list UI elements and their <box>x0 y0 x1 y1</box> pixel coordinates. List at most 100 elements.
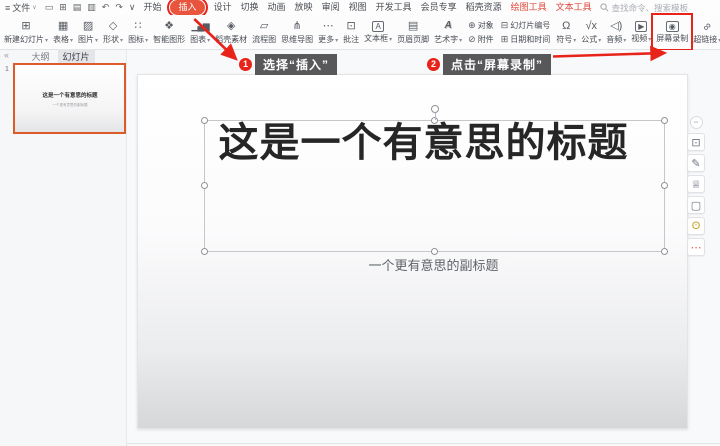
datetime-icon: ⊞ <box>500 33 509 44</box>
ribbon-item-label: 图片▾ <box>78 34 99 44</box>
sidebar-tab-slides[interactable]: 幻灯片 <box>57 49 95 64</box>
slide-thumbnail[interactable]: 这是一个有意思的标题 一个更有意思的副标题 <box>13 63 126 134</box>
wordart-button[interactable]: A 艺术字▾ <box>432 16 464 48</box>
print-icon[interactable]: ▤ <box>73 1 82 14</box>
attachment-button[interactable]: ⊘ 附件 <box>468 34 494 45</box>
new-slide-button[interactable]: ⊞ 新建幻灯片▾ <box>2 16 50 48</box>
menu-tab-drawing-tools[interactable]: 绘图工具 <box>511 1 547 14</box>
export-icon[interactable]: ⊞ <box>59 1 67 14</box>
annotate-pen-button[interactable]: ✎ <box>687 154 705 172</box>
table-button[interactable]: ▦ 表格▾ <box>51 16 75 48</box>
smart-graphics-icon: ❖ <box>164 20 175 32</box>
slide-number-button[interactable]: ⊟ 幻灯片编号 <box>501 20 551 31</box>
ribbon-item-label: 屏幕录制 <box>656 33 689 43</box>
ribbon-item-label: 对象 <box>477 20 494 30</box>
panel-collapse-button[interactable]: − <box>689 116 703 129</box>
video-button[interactable]: ▶ 视频▾ <box>629 16 653 48</box>
ribbon-item-label: 稻壳素材 <box>215 34 248 44</box>
menu-tab-review[interactable]: 审阅 <box>322 1 340 14</box>
command-search[interactable]: 查找命令、搜索模板 <box>600 2 688 14</box>
menu-tab-animation[interactable]: 动画 <box>268 1 286 14</box>
table-icon: ▦ <box>57 20 69 32</box>
wps-presentation-window: ≡ 文件 ∨ ▭ ⊞ ▤ ▥ ↶ ↷ ∨ 开始 插入 设计 切换 动画 放映 审阅 视图 开发工具 会员专享稻… <box>0 0 720 446</box>
step-2-label: 点击“屏幕录制” <box>443 53 552 75</box>
ribbon-item-label: 智能图形 <box>153 34 186 44</box>
beautify-crown-button[interactable]: ♕ <box>687 175 705 193</box>
more-tools-button[interactable]: ⋯ <box>687 238 705 256</box>
resize-handle[interactable] <box>661 182 668 189</box>
menu-tab-slideshow[interactable]: 放映 <box>295 1 313 14</box>
textbox-button[interactable]: A 文本框▾ <box>362 16 394 48</box>
menu-tab-docer[interactable]: 稻壳资源 <box>466 1 502 14</box>
formula-button[interactable]: √x 公式▾ <box>579 16 603 48</box>
header-footer-icon: ▤ <box>407 20 419 32</box>
slide-number-icon: ⊟ <box>500 19 509 30</box>
hyperlink-button[interactable]: ∞ 超链接▾ <box>691 16 720 48</box>
notes-splitter[interactable] <box>127 443 720 444</box>
mindmap-button[interactable]: ⋔ 思维导图 <box>279 16 315 48</box>
file-menu[interactable]: ≡ 文件 ∨ <box>5 1 37 14</box>
resize-handle[interactable] <box>661 248 668 255</box>
screen-record-button[interactable]: ◉ 屏幕录制 <box>651 13 694 51</box>
redo-icon[interactable]: ↷ <box>115 1 123 14</box>
audio-button[interactable]: ◁) 音频▾ <box>604 16 628 48</box>
ribbon-item-label: 日期和时间 <box>510 34 551 44</box>
ribbon-item-label: 表格▾ <box>53 34 74 44</box>
search-icon <box>600 3 609 12</box>
ribbon-stack-group: ⊕ 对象 ⊘ 附件 ⊟ 幻灯片编号 ⊞ 日期和时间 <box>465 19 553 46</box>
save-icon[interactable]: ▭ <box>45 1 54 14</box>
slideshow-play-button[interactable]: ⊡ <box>687 133 705 151</box>
caret-down-icon: ▾ <box>648 36 652 43</box>
slide-title-text[interactable]: 这是一个有意思的标题 <box>127 110 720 168</box>
flowchart-button[interactable]: ▱ 流程图 <box>250 16 278 48</box>
shape-button[interactable]: ◇ 形状▾ <box>101 16 125 48</box>
ribbon-item-label: 公式▾ <box>581 34 602 44</box>
more-insert-button[interactable]: ⋯ 更多▾ <box>316 16 340 48</box>
resize-handle[interactable] <box>430 248 438 255</box>
slide-subtitle-text[interactable]: 一个更有意思的副标题 <box>204 255 663 274</box>
header-footer-button[interactable]: ▤ 页眉页脚 <box>395 16 431 48</box>
ribbon-item-label: 视频▾ <box>631 33 652 43</box>
ribbon-item-label: 图表▾ <box>190 34 211 44</box>
caret-down-icon: ▾ <box>207 37 211 44</box>
menu-tab-text-tools[interactable]: 文本工具 <box>556 1 592 14</box>
resize-handle[interactable] <box>201 182 208 189</box>
symbol-button[interactable]: Ω 符号▾ <box>554 16 578 48</box>
comment-icon: ⊡ <box>346 20 356 32</box>
menu-tab-transition[interactable]: 切换 <box>241 1 259 14</box>
chart-button[interactable]: ▁▄▆ 图表▾ <box>188 16 212 48</box>
print-preview-icon[interactable]: ▥ <box>87 1 96 14</box>
object-button[interactable]: ⊕ 对象 <box>468 20 494 31</box>
docer-material-button[interactable]: ◈ 稻壳素材 <box>213 16 249 48</box>
slide-panel-header: « 大纲 幻灯片 <box>0 49 126 64</box>
caret-down-icon: ▾ <box>145 37 149 44</box>
undo-icon[interactable]: ↶ <box>102 1 110 14</box>
ribbon-item-label: 音频▾ <box>606 34 627 44</box>
smart-graphics-button[interactable]: ❖ 智能图形 <box>151 16 187 48</box>
editing-canvas: 这是一个有意思的标题 一个更有意思的副标题 − ⊡ ✎ ♕ ▢ ʘ ⋯ <box>127 50 720 446</box>
menu-tab-member[interactable]: 会员专享 <box>421 1 457 14</box>
collapse-panel-icon[interactable]: « <box>4 50 9 60</box>
ribbon-item-label: 更多▾ <box>318 34 339 44</box>
resize-handle[interactable] <box>201 248 208 255</box>
wordart-icon: A <box>444 20 452 31</box>
caret-down-icon: ▾ <box>335 37 339 44</box>
menu-tab-start[interactable]: 开始 <box>143 1 161 14</box>
more-commands-icon[interactable]: ∨ <box>129 1 136 14</box>
picture-button[interactable]: ▨ 图片▾ <box>76 16 100 48</box>
menu-tab-insert[interactable]: 插入 <box>167 0 208 18</box>
inspiration-bulb-button[interactable]: ʘ <box>687 217 705 235</box>
menu-tab-design[interactable]: 设计 <box>214 1 232 14</box>
link-icon: ∞ <box>700 18 715 34</box>
sidebar-tab-outline[interactable]: 大纲 <box>31 50 49 63</box>
ribbon-item-label: 思维导图 <box>281 34 314 44</box>
menu-tab-devtools[interactable]: 开发工具 <box>376 1 412 14</box>
shape-insert-button[interactable]: ▢ <box>687 196 705 214</box>
menu-tab-view[interactable]: 视图 <box>349 1 367 14</box>
bar-chart-icon: ▁▄▆ <box>191 21 209 31</box>
caret-down-icon: ▾ <box>70 37 74 44</box>
ribbon-item-label: 符号▾ <box>556 34 577 44</box>
datetime-button[interactable]: ⊞ 日期和时间 <box>501 34 551 45</box>
comment-button[interactable]: ⊡ 批注 <box>341 16 361 48</box>
icon-library-button[interactable]: ∷ 图标▾ <box>126 16 150 48</box>
